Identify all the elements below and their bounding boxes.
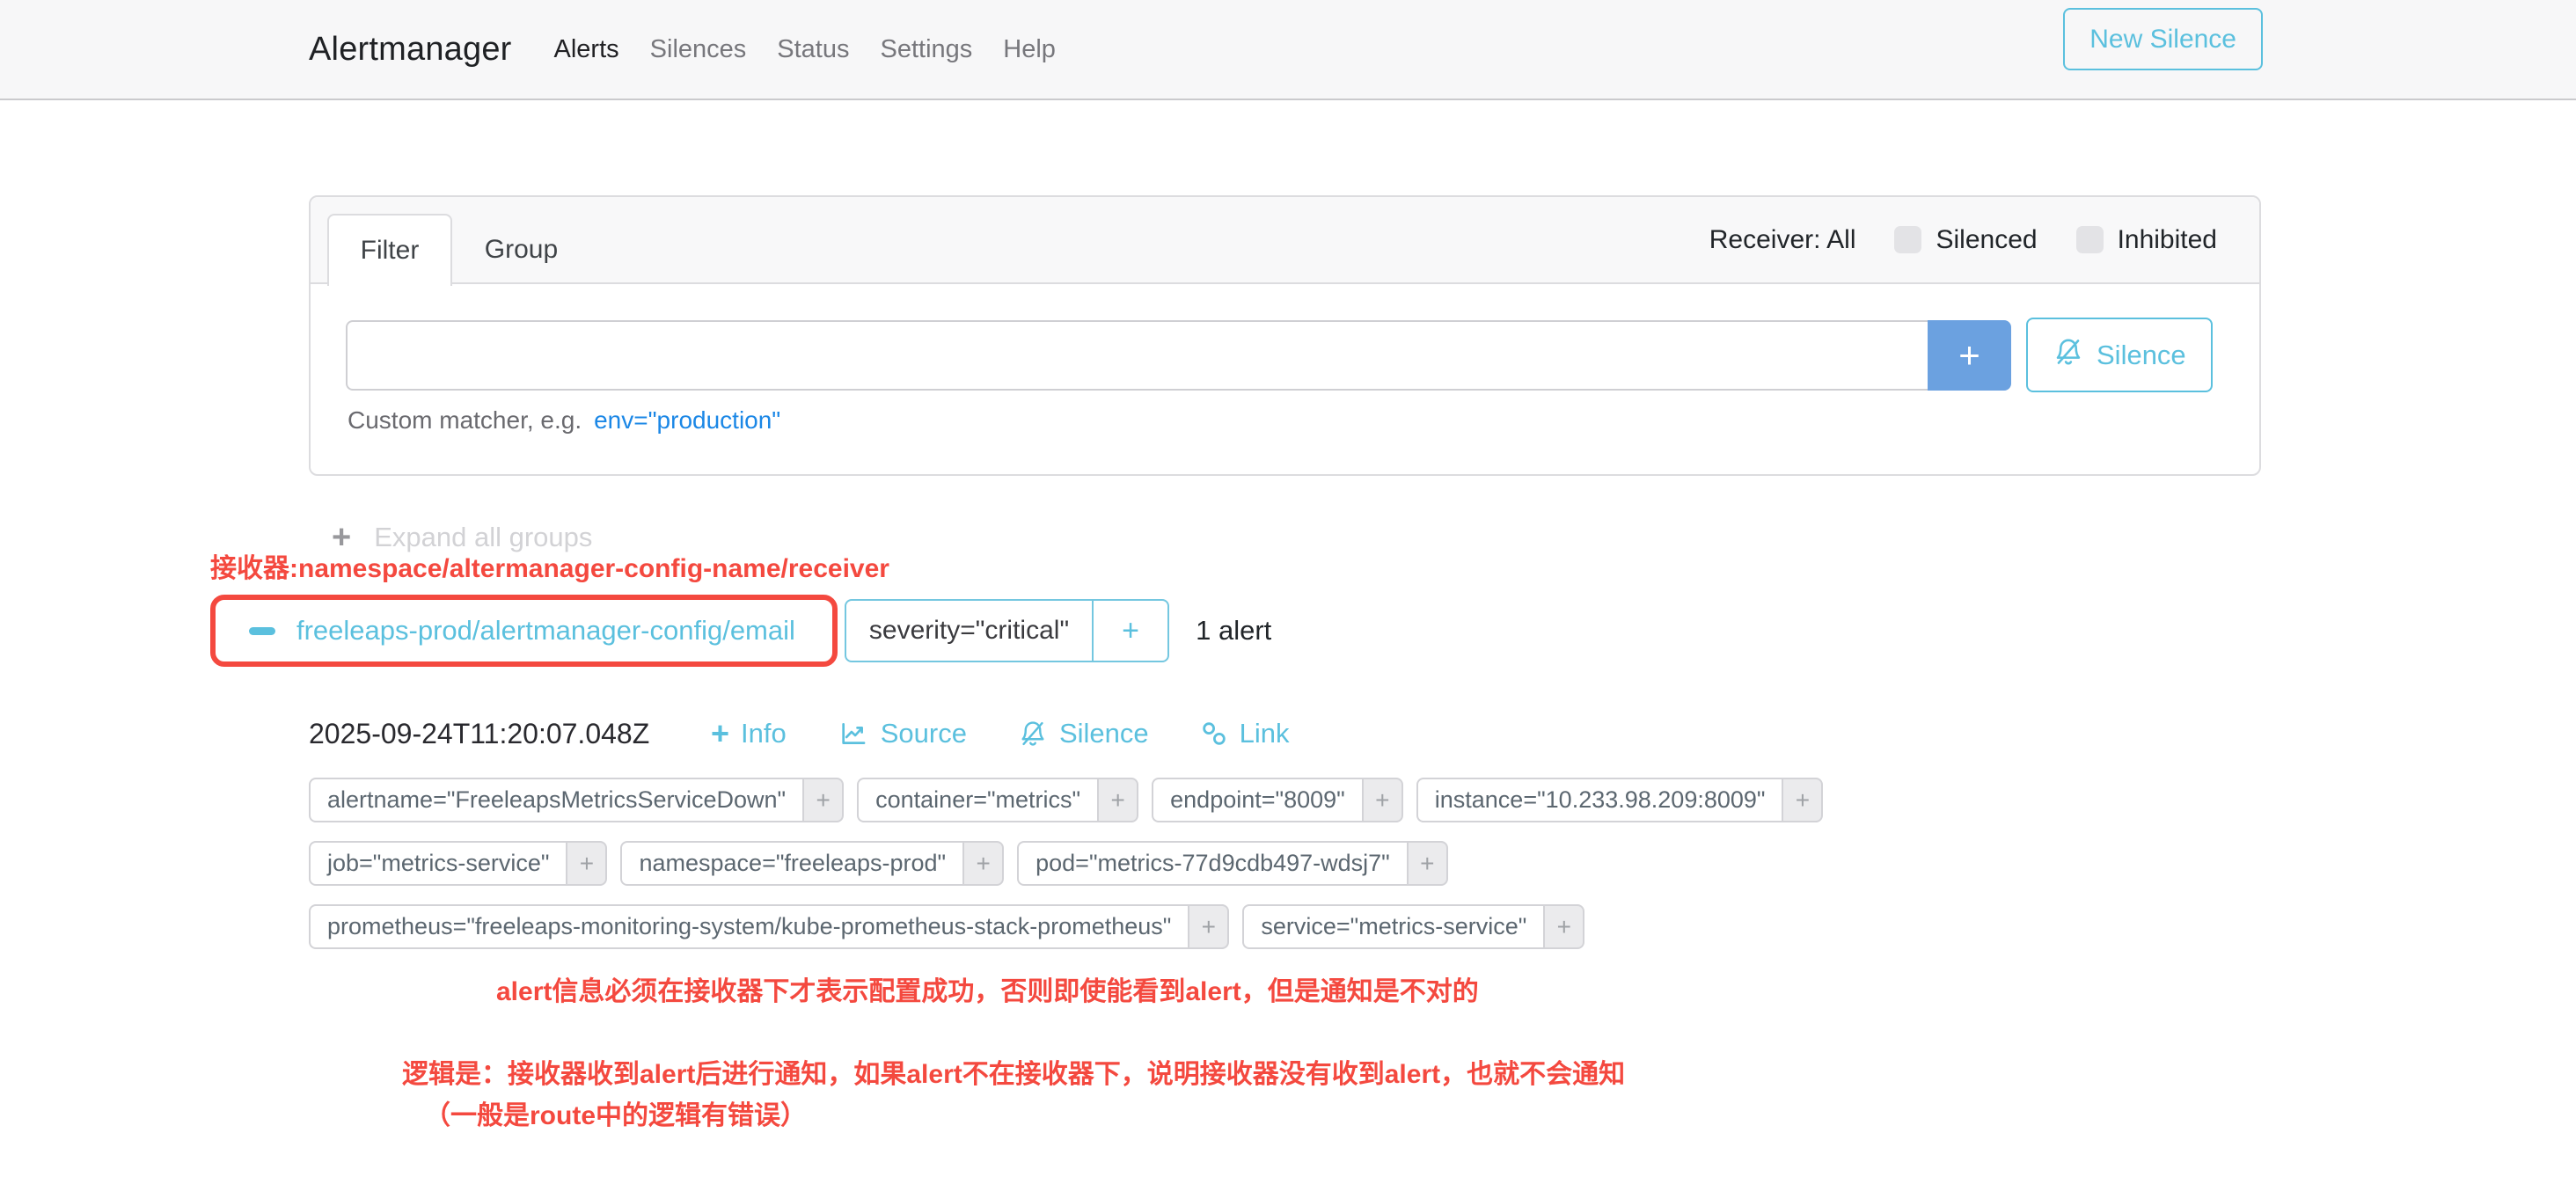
silenced-label: Silenced xyxy=(1936,225,2037,255)
matcher-hint: Custom matcher, e.g. env="production" xyxy=(348,406,780,435)
label-add-button[interactable]: + xyxy=(1407,841,1448,886)
receiver-highlight-box: freeleaps-prod/alertmanager-config/email xyxy=(210,595,838,667)
matcher-hint-text: Custom matcher, e.g. xyxy=(348,406,582,435)
info-label: Info xyxy=(741,718,787,749)
app-brand[interactable]: Alertmanager xyxy=(309,31,512,69)
source-link[interactable]: Source xyxy=(838,718,967,749)
label-text[interactable]: container="metrics" xyxy=(857,778,1097,822)
nav-item-silences[interactable]: Silences xyxy=(650,35,747,64)
label-chip: namespace="freeleaps-prod" + xyxy=(620,841,1004,886)
alert-labels: alertname="FreeleapsMetricsServiceDown" … xyxy=(309,778,1823,968)
annotation-logic-note-line1: 逻辑是：接收器收到alert后进行通知，如果alert不在接收器下，说明接收器没… xyxy=(402,1052,1625,1091)
label-text[interactable]: job="metrics-service" xyxy=(309,841,566,886)
tab-group[interactable]: Group xyxy=(452,214,590,286)
label-add-button[interactable]: + xyxy=(1782,778,1823,822)
custom-matcher-input[interactable] xyxy=(346,320,1928,391)
label-add-button[interactable]: + xyxy=(1097,778,1138,822)
alertmanager-page: Alertmanager Alerts Silences Status Sett… xyxy=(0,0,2576,1184)
annotation-receiver-note: 接收器:namespace/altermanager-config-name/r… xyxy=(210,546,889,585)
label-chip: prometheus="freeleaps-monitoring-system/… xyxy=(309,904,1229,949)
label-row: prometheus="freeleaps-monitoring-system/… xyxy=(309,904,1823,949)
group-matcher-chip: severity="critical" + xyxy=(845,599,1169,662)
label-text[interactable]: alertname="FreeleapsMetricsServiceDown" xyxy=(309,778,802,822)
silenced-checkbox[interactable] xyxy=(1894,226,1921,253)
generator-link[interactable]: Link xyxy=(1200,718,1290,749)
inhibited-toggle[interactable]: Inhibited xyxy=(2076,225,2217,255)
group-matcher-label[interactable]: severity="critical" xyxy=(846,601,1092,661)
link-label: Link xyxy=(1240,718,1290,749)
annotation-alert-note: alert信息必须在接收器下才表示配置成功，否则即使能看到alert，但是通知是… xyxy=(496,969,1479,1008)
receiver-group-name: freeleaps-prod/alertmanager-config/email xyxy=(296,615,795,647)
nav-links: Alerts Silences Status Settings Help xyxy=(554,35,1056,64)
nav-item-alerts[interactable]: Alerts xyxy=(554,35,619,64)
silence-alert-label: Silence xyxy=(1059,718,1149,749)
silenced-toggle[interactable]: Silenced xyxy=(1894,225,2037,255)
receiver-group-row: freeleaps-prod/alertmanager-config/email… xyxy=(210,595,1271,667)
tab-filter[interactable]: Filter xyxy=(327,214,452,286)
chain-link-icon xyxy=(1200,720,1228,748)
nav-item-help[interactable]: Help xyxy=(1003,35,1056,64)
label-add-button[interactable]: + xyxy=(1362,778,1403,822)
label-chip: job="metrics-service" + xyxy=(309,841,607,886)
bell-slash-icon xyxy=(2053,336,2084,375)
label-add-button[interactable]: + xyxy=(802,778,844,822)
collapse-minus-icon xyxy=(249,627,275,635)
label-text[interactable]: service="metrics-service" xyxy=(1242,904,1543,949)
silence-alert-link[interactable]: Silence xyxy=(1018,718,1149,749)
label-chip: alertname="FreeleapsMetricsServiceDown" … xyxy=(309,778,844,822)
label-text[interactable]: endpoint="8009" xyxy=(1152,778,1362,822)
label-add-button[interactable]: + xyxy=(1543,904,1584,949)
nav-item-status[interactable]: Status xyxy=(777,35,849,64)
plus-icon: + xyxy=(711,718,729,749)
silence-query-label: Silence xyxy=(2097,340,2186,371)
label-chip: pod="metrics-77d9cdb497-wdsj7" + xyxy=(1017,841,1448,886)
label-chip: endpoint="8009" + xyxy=(1152,778,1403,822)
filter-options: Receiver: All Silenced Inhibited xyxy=(1709,197,2217,282)
alert-timestamp: 2025-09-24T11:20:07.048Z xyxy=(309,718,711,750)
new-silence-button[interactable]: New Silence xyxy=(2063,8,2263,70)
matcher-row: + Silence xyxy=(346,318,2213,392)
filter-card-header: Filter Group Receiver: All Silenced Inhi… xyxy=(311,197,2259,284)
info-link[interactable]: + Info xyxy=(711,718,787,749)
matcher-hint-example-link[interactable]: env="production" xyxy=(594,406,780,435)
group-matcher-add-button[interactable]: + xyxy=(1092,601,1167,661)
source-label: Source xyxy=(881,718,967,749)
label-row: job="metrics-service" + namespace="freel… xyxy=(309,841,1823,886)
label-text[interactable]: prometheus="freeleaps-monitoring-system/… xyxy=(309,904,1188,949)
label-add-button[interactable]: + xyxy=(566,841,607,886)
label-add-button[interactable]: + xyxy=(1188,904,1229,949)
label-chip: container="metrics" + xyxy=(857,778,1138,822)
alert-actions-row: 2025-09-24T11:20:07.048Z + Info Source xyxy=(309,714,1341,753)
alert-count: 1 alert xyxy=(1196,615,1271,647)
label-row: alertname="FreeleapsMetricsServiceDown" … xyxy=(309,778,1823,822)
add-matcher-button[interactable]: + xyxy=(1928,320,2011,391)
chart-line-icon xyxy=(838,719,869,749)
filter-card: Filter Group Receiver: All Silenced Inhi… xyxy=(309,195,2261,476)
inhibited-checkbox[interactable] xyxy=(2076,226,2104,253)
label-chip: instance="10.233.98.209:8009" + xyxy=(1416,778,1824,822)
label-add-button[interactable]: + xyxy=(962,841,1004,886)
label-text[interactable]: namespace="freeleaps-prod" xyxy=(620,841,962,886)
receiver-group-toggle[interactable]: freeleaps-prod/alertmanager-config/email xyxy=(249,615,795,647)
annotation-logic-note-line2: （一般是route中的逻辑有错误） xyxy=(424,1093,807,1132)
label-text[interactable]: pod="metrics-77d9cdb497-wdsj7" xyxy=(1017,841,1407,886)
top-navbar: Alertmanager Alerts Silences Status Sett… xyxy=(0,0,2576,100)
label-text[interactable]: instance="10.233.98.209:8009" xyxy=(1416,778,1782,822)
silence-query-button[interactable]: Silence xyxy=(2026,318,2213,392)
bell-slash-icon xyxy=(1018,719,1048,749)
receiver-all-label[interactable]: Receiver: All xyxy=(1709,225,1856,255)
label-chip: service="metrics-service" + xyxy=(1242,904,1584,949)
nav-item-settings[interactable]: Settings xyxy=(881,35,973,64)
inhibited-label: Inhibited xyxy=(2118,225,2217,255)
